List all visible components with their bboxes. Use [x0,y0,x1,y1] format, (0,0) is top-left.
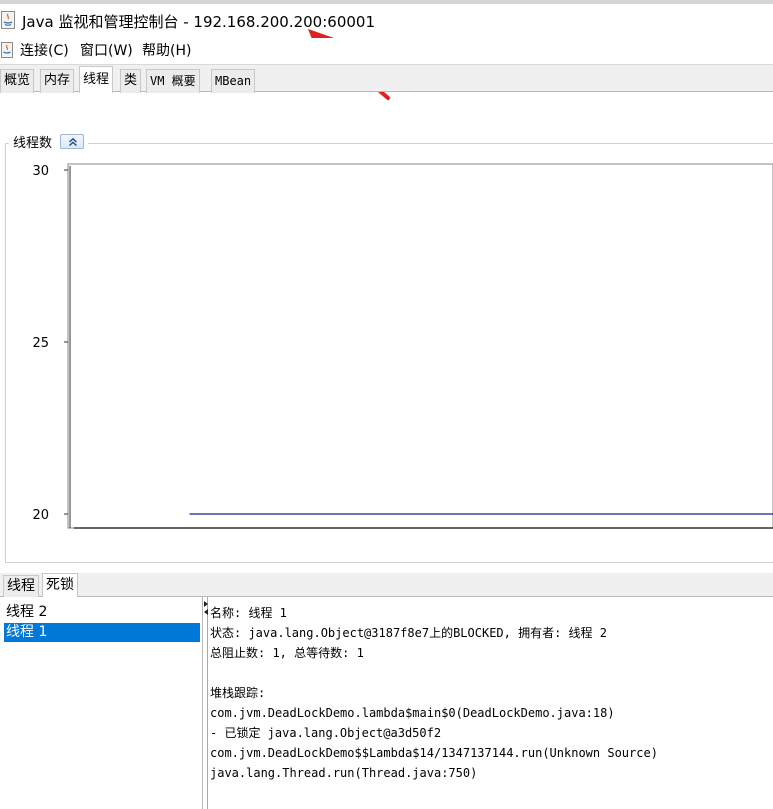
split-pane-divider[interactable] [203,597,208,809]
tab-mbean[interactable]: MBean [211,69,256,93]
tab-overview[interactable]: 概览 [0,69,35,93]
tab-classes[interactable]: 类 [120,69,142,93]
tab-bar-baseline [0,91,773,92]
java-app-icon [1,11,15,29]
thread-list-item-2[interactable]: 线程 2 [4,603,200,622]
thread-name-line: 名称: 线程 1 [210,606,287,620]
menu-bar: 连接(C) 窗口(W) 帮助(H) [0,38,773,64]
main-tab-bar: 概览 内存 线程 类 VM 概要 MBean [0,64,773,93]
double-chevron-up-icon [69,137,78,147]
menu-window[interactable]: 窗口(W) [80,40,133,60]
tab-threads[interactable]: 线程 [79,66,114,93]
menu-help[interactable]: 帮助(H) [142,40,191,60]
stack-frame-line: com.jvm.DeadLockDemo.lambda$main$0(DeadL… [210,706,615,720]
chart-panel-legend: 线程数 [9,132,89,151]
chart-title: 线程数 [13,136,53,151]
splitter-arrow-icon[interactable] [203,600,209,616]
tab-vm-summary[interactable]: VM 概要 [146,69,200,93]
stack-trace-header: 堆栈跟踪: [210,686,266,700]
thread-sub-tab-bar: 线程 死锁 [0,573,773,597]
stack-frame-line: java.lang.Thread.run(Thread.java:750) [210,766,478,780]
y-tick-label: 25 [32,336,49,351]
thread-list-item-1[interactable]: 线程 1 [4,623,200,642]
tab-deadlock[interactable]: 死锁 [42,573,78,597]
thread-counts-line: 总阻止数: 1, 总等待数: 1 [210,646,364,660]
stack-lock-line: - 已锁定 java.lang.Object@a3d50f2 [210,726,442,740]
thread-details: 名称: 线程 1 状态: java.lang.Object@3187f8e7上的… [210,604,773,784]
tab-thread-list[interactable]: 线程 [3,575,39,597]
thread-count-chart: 30 25 20 [32,163,773,529]
y-tick-label: 20 [32,508,49,523]
deadlock-thread-list[interactable]: 线程 2 线程 1 [0,597,203,809]
y-tick-label: 30 [32,164,49,179]
menu-window-icon [1,42,13,58]
collapse-chart-button[interactable] [60,134,85,149]
tab-memory[interactable]: 内存 [40,69,75,93]
plot-frame [67,163,773,529]
thread-state-line: 状态: java.lang.Object@3187f8e7上的BLOCKED, … [210,626,607,640]
stack-frame-line: com.jvm.DeadLockDemo$$Lambda$14/13471371… [210,746,658,760]
menu-connection[interactable]: 连接(C) [20,40,69,60]
